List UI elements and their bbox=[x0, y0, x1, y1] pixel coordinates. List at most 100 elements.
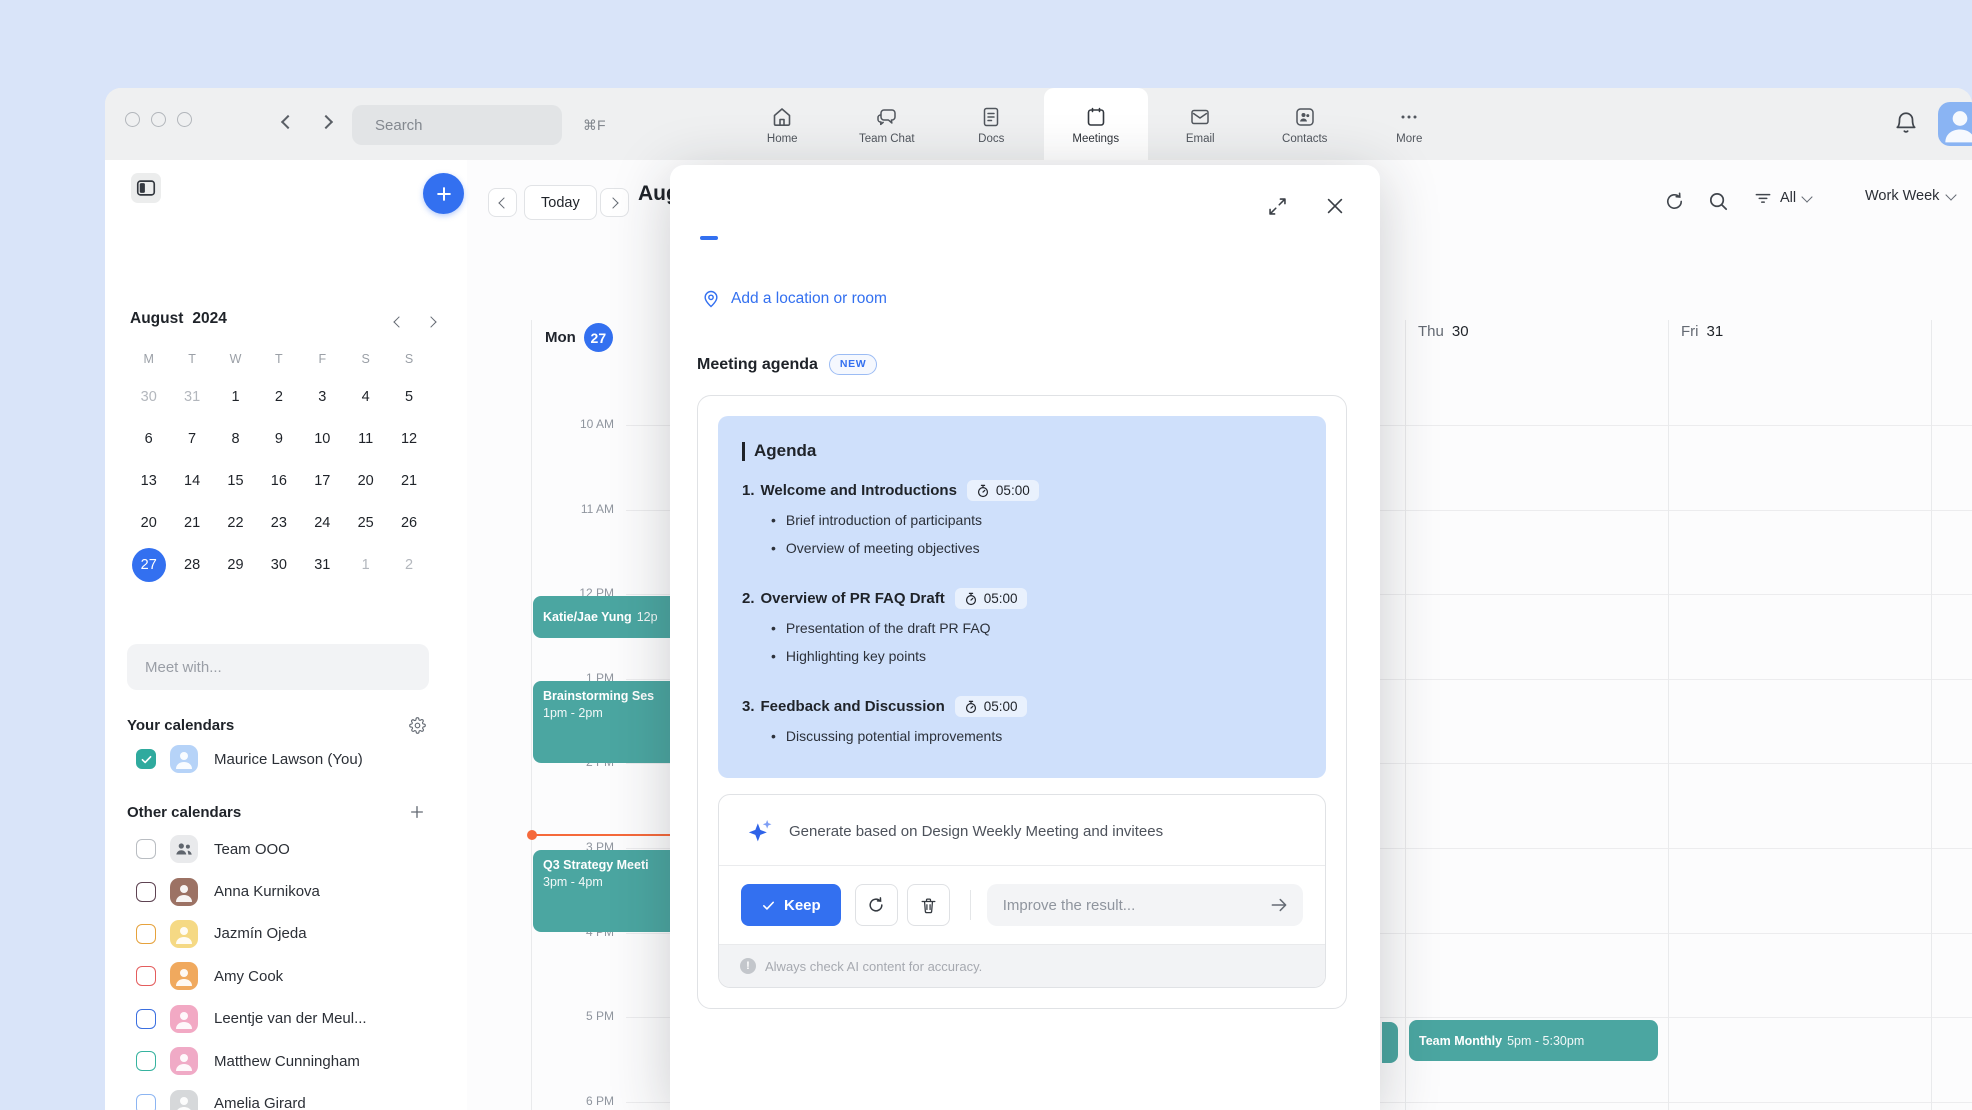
calendar-checkbox[interactable] bbox=[136, 924, 156, 944]
window-zoom-control[interactable] bbox=[177, 112, 192, 127]
mini-calendar-day[interactable]: 7 bbox=[170, 418, 213, 460]
agenda-content-block[interactable]: Agenda 1.Welcome and Introductions05:00•… bbox=[718, 416, 1326, 778]
next-period-button[interactable] bbox=[600, 188, 629, 217]
tab-contacts[interactable]: Contacts bbox=[1253, 88, 1358, 160]
tab-docs[interactable]: Docs bbox=[939, 88, 1044, 160]
sidebar-toggle-button[interactable] bbox=[131, 173, 161, 203]
mini-calendar-day[interactable]: 12 bbox=[387, 418, 430, 460]
day-header-fri[interactable]: Fri 31 bbox=[1681, 323, 1723, 340]
regenerate-button[interactable] bbox=[855, 884, 898, 926]
mini-calendar-day[interactable]: 20 bbox=[127, 502, 170, 544]
calendar-list-item[interactable]: Jazmín Ojeda bbox=[127, 913, 457, 955]
mini-calendar-day[interactable]: 26 bbox=[387, 502, 430, 544]
mini-calendar-day[interactable]: 23 bbox=[257, 502, 300, 544]
improve-result-field[interactable] bbox=[987, 884, 1303, 926]
calendar-checkbox[interactable] bbox=[136, 749, 156, 769]
refresh-icon[interactable] bbox=[1663, 190, 1687, 214]
user-avatar[interactable] bbox=[1938, 102, 1972, 146]
add-location-row[interactable]: Add a location or room bbox=[701, 289, 887, 309]
tab-more[interactable]: More bbox=[1357, 88, 1462, 160]
tab-team-chat[interactable]: Team Chat bbox=[835, 88, 940, 160]
mini-calendar-day[interactable]: 1 bbox=[214, 376, 257, 418]
calendar-settings-gear-icon[interactable] bbox=[407, 715, 427, 735]
mini-calendar-next-button[interactable] bbox=[427, 313, 435, 326]
mini-calendar-day[interactable]: 2 bbox=[387, 544, 430, 586]
history-forward-button[interactable] bbox=[319, 115, 333, 129]
window-minimize-control[interactable] bbox=[151, 112, 166, 127]
calendar-checkbox[interactable] bbox=[136, 966, 156, 986]
window-close-control[interactable] bbox=[125, 112, 140, 127]
mini-calendar-day[interactable]: 6 bbox=[127, 418, 170, 460]
mini-calendar-day[interactable]: 27 bbox=[127, 544, 170, 586]
mini-calendar-day[interactable]: 20 bbox=[344, 460, 387, 502]
event-team-monthly[interactable]: Team Monthly5pm - 5:30pm bbox=[1409, 1020, 1658, 1061]
calendar-list-item[interactable]: Amy Cook bbox=[127, 955, 457, 997]
panel-icon bbox=[135, 177, 157, 199]
mini-calendar-day[interactable]: 16 bbox=[257, 460, 300, 502]
calendar-checkbox[interactable] bbox=[136, 882, 156, 902]
mini-calendar-day[interactable]: 15 bbox=[214, 460, 257, 502]
mini-calendar-day[interactable]: 24 bbox=[301, 502, 344, 544]
mini-calendar-prev-button[interactable] bbox=[395, 313, 403, 326]
mini-calendar-day[interactable]: 31 bbox=[301, 544, 344, 586]
event-partial-hidden[interactable] bbox=[1382, 1022, 1398, 1063]
mini-calendar-day[interactable]: 1 bbox=[344, 544, 387, 586]
submit-arrow-icon[interactable] bbox=[1269, 895, 1289, 915]
mini-calendar-day[interactable]: 31 bbox=[170, 376, 213, 418]
close-modal-icon[interactable] bbox=[1322, 193, 1348, 219]
tab-meetings[interactable]: Meetings bbox=[1044, 88, 1149, 160]
search-input[interactable] bbox=[375, 117, 574, 134]
your-calendars-section: Your calendars bbox=[127, 715, 445, 735]
calendar-list-item[interactable]: Maurice Lawson (You) bbox=[127, 738, 457, 780]
mini-calendar-day[interactable]: 30 bbox=[257, 544, 300, 586]
meet-with-input[interactable] bbox=[145, 659, 411, 676]
tab-email[interactable]: Email bbox=[1148, 88, 1253, 160]
mini-calendar-day[interactable]: 17 bbox=[301, 460, 344, 502]
mini-calendar-day[interactable]: 11 bbox=[344, 418, 387, 460]
keep-button[interactable]: Keep bbox=[741, 884, 841, 926]
calendar-checkbox[interactable] bbox=[136, 1094, 156, 1110]
calendar-checkbox[interactable] bbox=[136, 839, 156, 859]
mini-calendar-day[interactable]: 3 bbox=[301, 376, 344, 418]
mini-calendar-day[interactable]: 14 bbox=[170, 460, 213, 502]
mini-calendar-day[interactable]: 5 bbox=[387, 376, 430, 418]
mini-calendar-day[interactable]: 29 bbox=[214, 544, 257, 586]
expand-modal-icon[interactable] bbox=[1264, 193, 1290, 219]
prev-period-button[interactable] bbox=[488, 188, 517, 217]
calendar-list-item[interactable]: Anna Kurnikova bbox=[127, 870, 457, 912]
mini-calendar-day[interactable]: 4 bbox=[344, 376, 387, 418]
add-location-link[interactable]: Add a location or room bbox=[731, 290, 887, 308]
discard-button[interactable] bbox=[907, 884, 950, 926]
create-event-button[interactable] bbox=[423, 173, 464, 214]
history-back-button[interactable] bbox=[281, 115, 295, 129]
mini-calendar-day[interactable]: 25 bbox=[344, 502, 387, 544]
day-header-thu[interactable]: Thu 30 bbox=[1418, 323, 1469, 340]
mini-calendar-day[interactable]: 10 bbox=[301, 418, 344, 460]
calendar-list-item[interactable]: Amelia Girard bbox=[127, 1082, 457, 1110]
meet-with-field[interactable] bbox=[127, 644, 429, 690]
tab-home[interactable]: Home bbox=[730, 88, 835, 160]
mini-calendar-day[interactable]: 8 bbox=[214, 418, 257, 460]
calendar-list-item[interactable]: Leentje van der Meul... bbox=[127, 998, 457, 1040]
calendar-search-icon[interactable] bbox=[1707, 190, 1731, 214]
today-button[interactable]: Today bbox=[524, 185, 597, 220]
calendar-list-item[interactable]: Matthew Cunningham bbox=[127, 1040, 457, 1082]
add-calendar-plus-icon[interactable] bbox=[407, 802, 427, 822]
day-header-mon[interactable]: Mon 27 bbox=[545, 323, 613, 352]
mini-calendar-day[interactable]: 28 bbox=[170, 544, 213, 586]
mini-calendar-day[interactable]: 21 bbox=[170, 502, 213, 544]
mini-calendar-day[interactable]: 2 bbox=[257, 376, 300, 418]
mini-calendar-day[interactable]: 13 bbox=[127, 460, 170, 502]
calendar-checkbox[interactable] bbox=[136, 1009, 156, 1029]
global-search[interactable]: ⌘F bbox=[352, 105, 562, 145]
mini-calendar-day[interactable]: 21 bbox=[387, 460, 430, 502]
mini-calendar-day[interactable]: 22 bbox=[214, 502, 257, 544]
view-switcher-dropdown[interactable]: Work Week bbox=[1865, 188, 1955, 204]
calendar-filter-dropdown[interactable]: All bbox=[1753, 188, 1811, 208]
improve-result-input[interactable] bbox=[1003, 897, 1269, 914]
calendar-checkbox[interactable] bbox=[136, 1051, 156, 1071]
notifications-bell-icon[interactable] bbox=[1893, 110, 1919, 136]
mini-calendar-day[interactable]: 30 bbox=[127, 376, 170, 418]
calendar-list-item[interactable]: Team OOO bbox=[127, 828, 457, 870]
mini-calendar-day[interactable]: 9 bbox=[257, 418, 300, 460]
